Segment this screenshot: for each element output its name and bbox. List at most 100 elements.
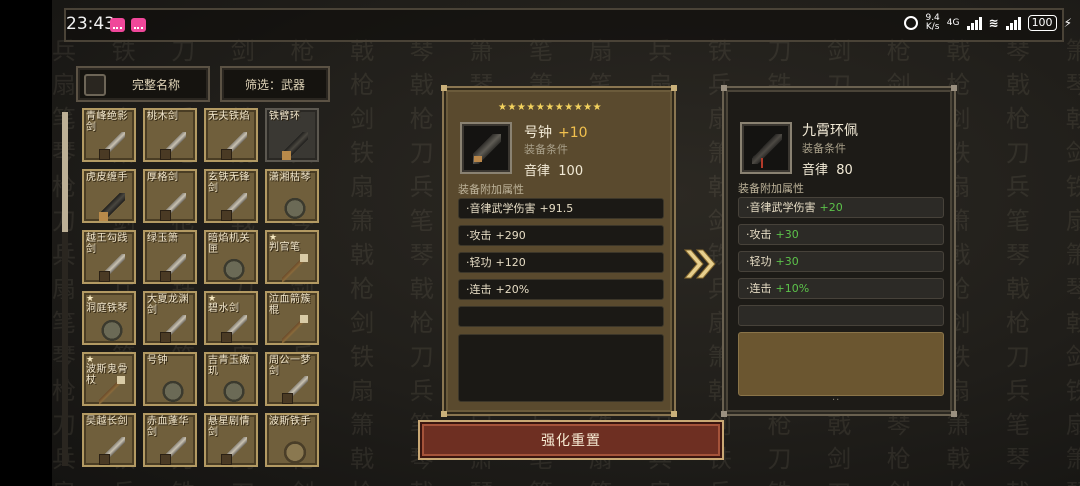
item-slot-name: 越王勾践剑 (86, 233, 128, 255)
full-name-checkbox[interactable] (84, 74, 106, 96)
attr-label: ·轻功 (466, 256, 492, 269)
attr-value: +91.5 (539, 202, 574, 215)
item-slot[interactable]: 悬星剧情剑 (204, 413, 258, 467)
item-slot-name: 无夫铁焰 (208, 111, 250, 122)
sword-icon (99, 437, 125, 465)
item-slot-name: 波斯鬼骨杖 (86, 364, 128, 386)
requirement-label: 装备条件 (524, 143, 568, 156)
current-item-name-text: 号钟 (524, 125, 552, 141)
notification-icon (131, 18, 146, 32)
attr-value: +290 (495, 229, 526, 242)
item-slot-name: 周公一梦剑 (269, 355, 311, 377)
item-slot[interactable]: 厚格剑 (143, 169, 197, 223)
item-slot[interactable]: 赤血蓬华剑 (143, 413, 197, 467)
current-item-panel: ★★★★★★★★★★★ 号钟 +10 装备条件 音律 100 装备附加属性 ·音律… (441, 85, 677, 417)
item-slot[interactable]: 吉青玉嫩玑 (204, 352, 258, 406)
current-item-icon[interactable] (460, 122, 512, 174)
item-slot[interactable]: 暗焰机关匣 (204, 230, 258, 284)
item-slot-name: 铁臂环 (269, 111, 301, 122)
panel-corner (721, 85, 727, 91)
item-slot-name: 波斯铁手 (269, 416, 311, 427)
sword-icon (282, 376, 308, 404)
panel-corner (951, 85, 957, 91)
status-time: 23:43 (66, 14, 115, 34)
attribute-row: ·攻击 +290 (458, 225, 664, 246)
network-speed: 9.4 K/s (925, 13, 940, 32)
stat-label: 音律 (802, 163, 829, 178)
grid-scrollbar-thumb[interactable] (62, 112, 68, 232)
attr-value: +10% (775, 282, 810, 295)
panel-corner (441, 85, 447, 91)
tassel-icon (761, 158, 763, 168)
item-grid-container: 青峰绝影剑 桃木剑 无夫铁焰 铁臂环虎皮缠手 厚格剑 玄铁无锋剑 潇湘枯琴越王勾践剑 绿玉箫 暗… (82, 108, 322, 472)
sword-icon (221, 437, 247, 465)
full-name-toggle[interactable]: 完整名称 (76, 66, 210, 102)
game-screen: 兵 铁 刀 剑 枪 戟 琴 箫 笔 扇 兵 铁 刀 剑 枪 戟 琴 箫 笔 扇 … (52, 0, 1080, 486)
item-slot[interactable]: 青峰绝影剑 (82, 108, 136, 162)
item-slot[interactable]: 吴越长剑 (82, 413, 136, 467)
full-name-label: 完整名称 (131, 77, 180, 92)
item-slot-name: 绿玉箫 (147, 233, 179, 244)
enhance-reset-button[interactable]: 强化重置 (418, 420, 724, 460)
sword-icon (160, 315, 186, 343)
flute-icon (160, 254, 186, 282)
panel-corner (951, 411, 957, 417)
panel-corner (441, 411, 447, 417)
item-slot[interactable]: 无夫铁焰 (204, 108, 258, 162)
alarm-icon (904, 16, 919, 30)
item-slot[interactable]: 周公一梦剑 (265, 352, 319, 406)
attr-label: ·攻击 (746, 228, 772, 241)
item-slot-name: 洞庭铁琴 (86, 303, 128, 314)
double-arrow-icon (683, 249, 716, 279)
guqin-icon (752, 134, 782, 164)
enhance-level: +10 (558, 125, 588, 141)
sword-icon (160, 437, 186, 465)
item-slot[interactable]: 潇湘枯琴 (265, 169, 319, 223)
requirement-label: 装备条件 (802, 142, 846, 155)
stat-value: 100 (558, 164, 584, 179)
item-slot[interactable]: 号钟 (143, 352, 197, 406)
item-slot-name: 虎皮缠手 (86, 172, 128, 183)
attribute-row: ·连击 +20% (458, 279, 664, 300)
item-slot[interactable]: 越王勾践剑 (82, 230, 136, 284)
brush-icon (282, 254, 308, 282)
item-slot[interactable]: ★ 洞庭铁琴 (82, 291, 136, 345)
panel-corner (721, 411, 727, 417)
item-slot[interactable]: ★ 判官笔 (265, 230, 319, 284)
description-box (458, 334, 664, 402)
network-type: 4G (946, 18, 960, 28)
description-box (738, 332, 944, 396)
glove-icon (282, 437, 308, 465)
attr-label: ·连击 (466, 283, 492, 296)
item-slot-name: 暗焰机关匣 (208, 233, 250, 255)
item-slot[interactable]: 泣血箭簇棍 (265, 291, 319, 345)
item-slot[interactable]: 玄铁无锋剑 (204, 169, 258, 223)
box-icon (221, 254, 247, 282)
attr-value: +120 (495, 256, 526, 269)
bonus-label: 装备附加属性 (738, 182, 804, 195)
staff-icon (282, 315, 308, 343)
attr-label: ·连击 (746, 282, 772, 295)
item-slot[interactable]: 桃木剑 (143, 108, 197, 162)
item-slot-name: 吉青玉嫩玑 (208, 355, 250, 377)
bracer-icon (282, 132, 308, 160)
signal-icon-2 (1005, 16, 1021, 30)
item-slot[interactable]: 铁臂环 (265, 108, 319, 162)
grid-scrollbar[interactable] (62, 112, 68, 466)
weapon-filter-button[interactable]: 筛选：武器 (220, 66, 330, 102)
item-slot[interactable]: ★ 碧水剑 (204, 291, 258, 345)
item-slot[interactable]: 大夏龙渊剑 (143, 291, 197, 345)
item-slot[interactable]: 绿玉箫 (143, 230, 197, 284)
item-slot[interactable]: ★ 波斯鬼骨杖 (82, 352, 136, 406)
attribute-row: ·轻功 +120 (458, 252, 664, 273)
item-slot[interactable]: 波斯铁手 (265, 413, 319, 467)
status-indicators: 9.4 K/s 4G ≋ 100 ⚡ (904, 14, 1072, 32)
target-item-icon[interactable] (740, 122, 792, 174)
attribute-row-empty (458, 306, 664, 327)
panel-corner (671, 85, 677, 91)
attr-label: ·轻功 (746, 255, 772, 268)
item-slot[interactable]: 虎皮缠手 (82, 169, 136, 223)
attr-value: +30 (775, 255, 799, 268)
item-grid: 青峰绝影剑 桃木剑 无夫铁焰 铁臂环虎皮缠手 厚格剑 玄铁无锋剑 潇湘枯琴越王勾践剑 绿玉箫 暗… (82, 108, 322, 467)
requirement-stat: 音律 100 (524, 160, 583, 179)
